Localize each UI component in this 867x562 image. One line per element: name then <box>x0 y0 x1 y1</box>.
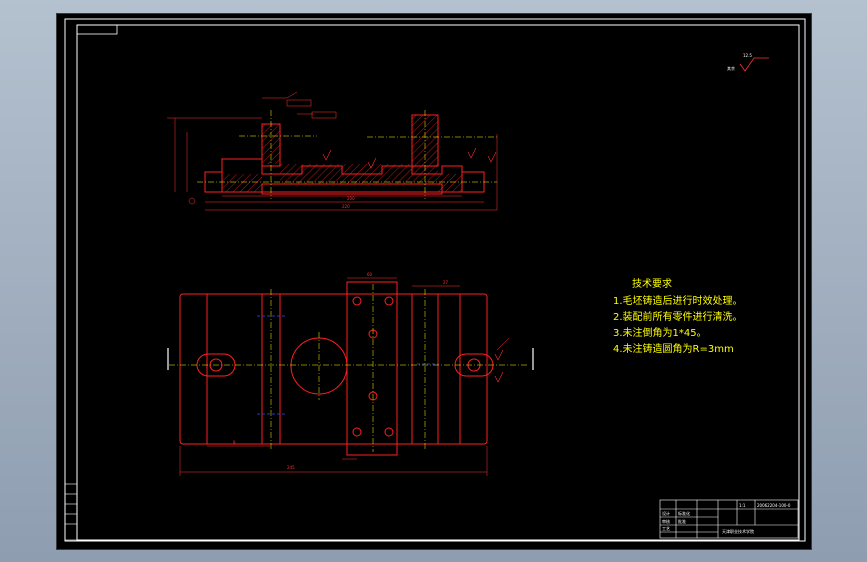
svg-text:标准化: 标准化 <box>678 510 690 516</box>
top-dim-labels: 245 60 27 8 <box>233 272 449 470</box>
svg-text:20062204-100-0: 20062204-100-0 <box>757 503 791 508</box>
svg-text:其余: 其余 <box>727 65 735 71</box>
svg-text:220: 220 <box>342 204 350 209</box>
section-hatching <box>222 115 462 192</box>
front-dim-labels: 200 220 <box>286 99 355 209</box>
outer-frame <box>64 18 806 542</box>
svg-text:设计: 设计 <box>662 510 670 516</box>
svg-text:245: 245 <box>287 465 295 470</box>
note-2: 2.装配前所有零件进行清洗。 <box>613 310 743 323</box>
svg-text:27: 27 <box>443 280 449 285</box>
cad-viewport: 其余 12.5 200 220 245 60 27 8 技术要求 1.毛坯铸造后… <box>56 13 812 550</box>
section-cut-marks <box>167 348 534 370</box>
note-1: 1.毛坯铸造后进行时效处理。 <box>613 294 743 307</box>
top-roughness-marks <box>494 349 504 383</box>
cad-drawing: 其余 12.5 200 220 245 60 27 8 技术要求 1.毛坯铸造后… <box>64 18 806 542</box>
left-margin-strip <box>64 483 78 541</box>
general-roughness-symbol: 其余 12.5 <box>727 53 769 72</box>
note-3: 3.未注倒角为1*45。 <box>613 326 707 339</box>
inner-frame <box>76 24 800 541</box>
svg-text:审核: 审核 <box>662 518 670 524</box>
svg-text:12.5: 12.5 <box>743 53 752 58</box>
svg-text:批准: 批准 <box>678 518 686 524</box>
top-view <box>179 281 494 456</box>
svg-text:200: 200 <box>347 196 355 201</box>
svg-text:1:1: 1:1 <box>739 503 746 508</box>
notes-title: 技术要求 <box>632 277 672 290</box>
svg-text:工艺: 工艺 <box>662 526 670 531</box>
top-centerlines <box>169 284 527 452</box>
technical-requirements: 技术要求 1.毛坯铸造后进行时效处理。 2.装配前所有零件进行清洗。 3.未注倒… <box>613 277 743 355</box>
note-4: 4.未注铸造圆角为R=3mm <box>613 342 734 355</box>
svg-text:60: 60 <box>367 272 373 277</box>
code-box <box>76 24 118 35</box>
svg-text:天津职业技术学院: 天津职业技术学院 <box>722 528 754 534</box>
title-block-text: 20062204-100-0 1:1 天津职业技术学院 设计 审核 工艺 标准化… <box>662 503 791 534</box>
